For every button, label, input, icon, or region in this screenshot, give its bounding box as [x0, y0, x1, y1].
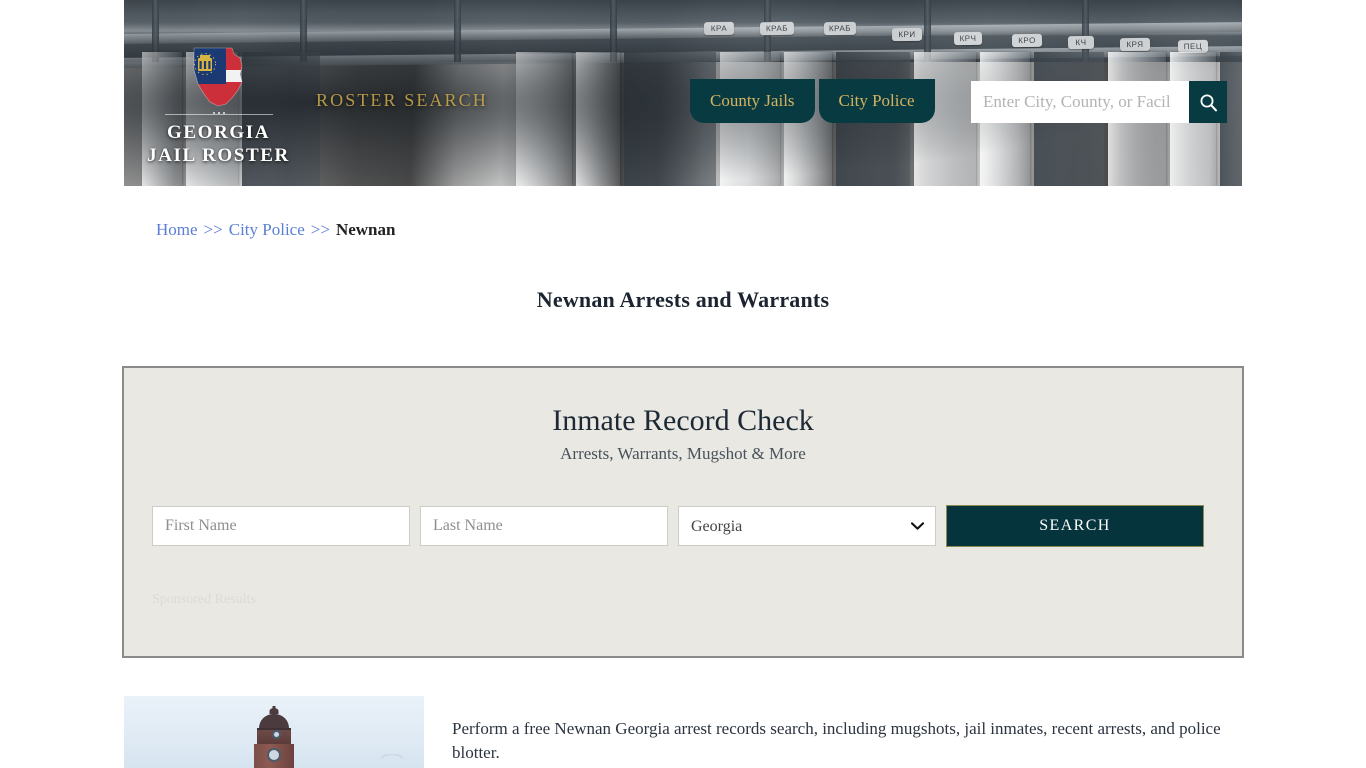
- breadcrumb-current: Newnan: [335, 220, 396, 239]
- georgia-state-flag-icon: [184, 44, 254, 110]
- page-title: Newnan Arrests and Warrants: [536, 286, 830, 312]
- header-search-input[interactable]: [971, 81, 1189, 123]
- panel-title: Inmate Record Check: [552, 404, 814, 437]
- search-icon: [1200, 94, 1217, 111]
- tower-clock-face-side: [272, 730, 281, 739]
- sponsored-results-label: Sponsored Results: [152, 592, 256, 607]
- first-name-input[interactable]: [152, 506, 410, 546]
- breadcrumb-home[interactable]: Home: [156, 220, 198, 239]
- logo-line-2: JAIL ROSTER: [147, 145, 290, 166]
- main-nav: County Jails City Police: [690, 79, 935, 123]
- nav-county-jails[interactable]: County Jails: [690, 79, 815, 123]
- header-search: [971, 81, 1227, 123]
- record-search-form: Georgia SEARCH: [152, 505, 1204, 547]
- logo-line-1: GEORGIA: [166, 122, 271, 143]
- header-tagline: ROSTER SEARCH: [316, 90, 488, 110]
- state-select-wrapper: Georgia: [678, 506, 936, 546]
- breadcrumb: Home >> City Police >> Newnan: [156, 220, 395, 240]
- page-body-text: Perform a free Newnan Georgia arrest rec…: [452, 719, 1221, 762]
- site-logo[interactable]: GEORGIA JAIL ROSTER: [126, 44, 311, 167]
- last-name-input[interactable]: [420, 506, 668, 546]
- breadcrumb-separator: >>: [310, 220, 330, 239]
- header-search-button[interactable]: [1189, 81, 1227, 123]
- nav-city-police[interactable]: City Police: [818, 79, 935, 123]
- logo-dots: [212, 112, 225, 114]
- record-search-button[interactable]: SEARCH: [946, 505, 1204, 547]
- bird-icon: [380, 750, 406, 764]
- breadcrumb-city-police[interactable]: City Police: [229, 220, 305, 239]
- inmate-record-check-panel: Inmate Record Check Arrests, Warrants, M…: [122, 366, 1244, 658]
- page-root: КРА КРАБ КРАБ КРИ КРЧ КРО КЧ КРЯ ПЕЦ: [0, 0, 1366, 768]
- clock-tower-icon: [248, 706, 300, 768]
- logo-divider: [164, 112, 273, 115]
- breadcrumb-separator: >>: [203, 220, 223, 239]
- tower-clock-face: [267, 748, 281, 762]
- panel-subtitle: Arrests, Warrants, Mugshot & More: [560, 444, 806, 463]
- courthouse-thumbnail[interactable]: [124, 696, 424, 768]
- state-select[interactable]: Georgia: [678, 506, 936, 546]
